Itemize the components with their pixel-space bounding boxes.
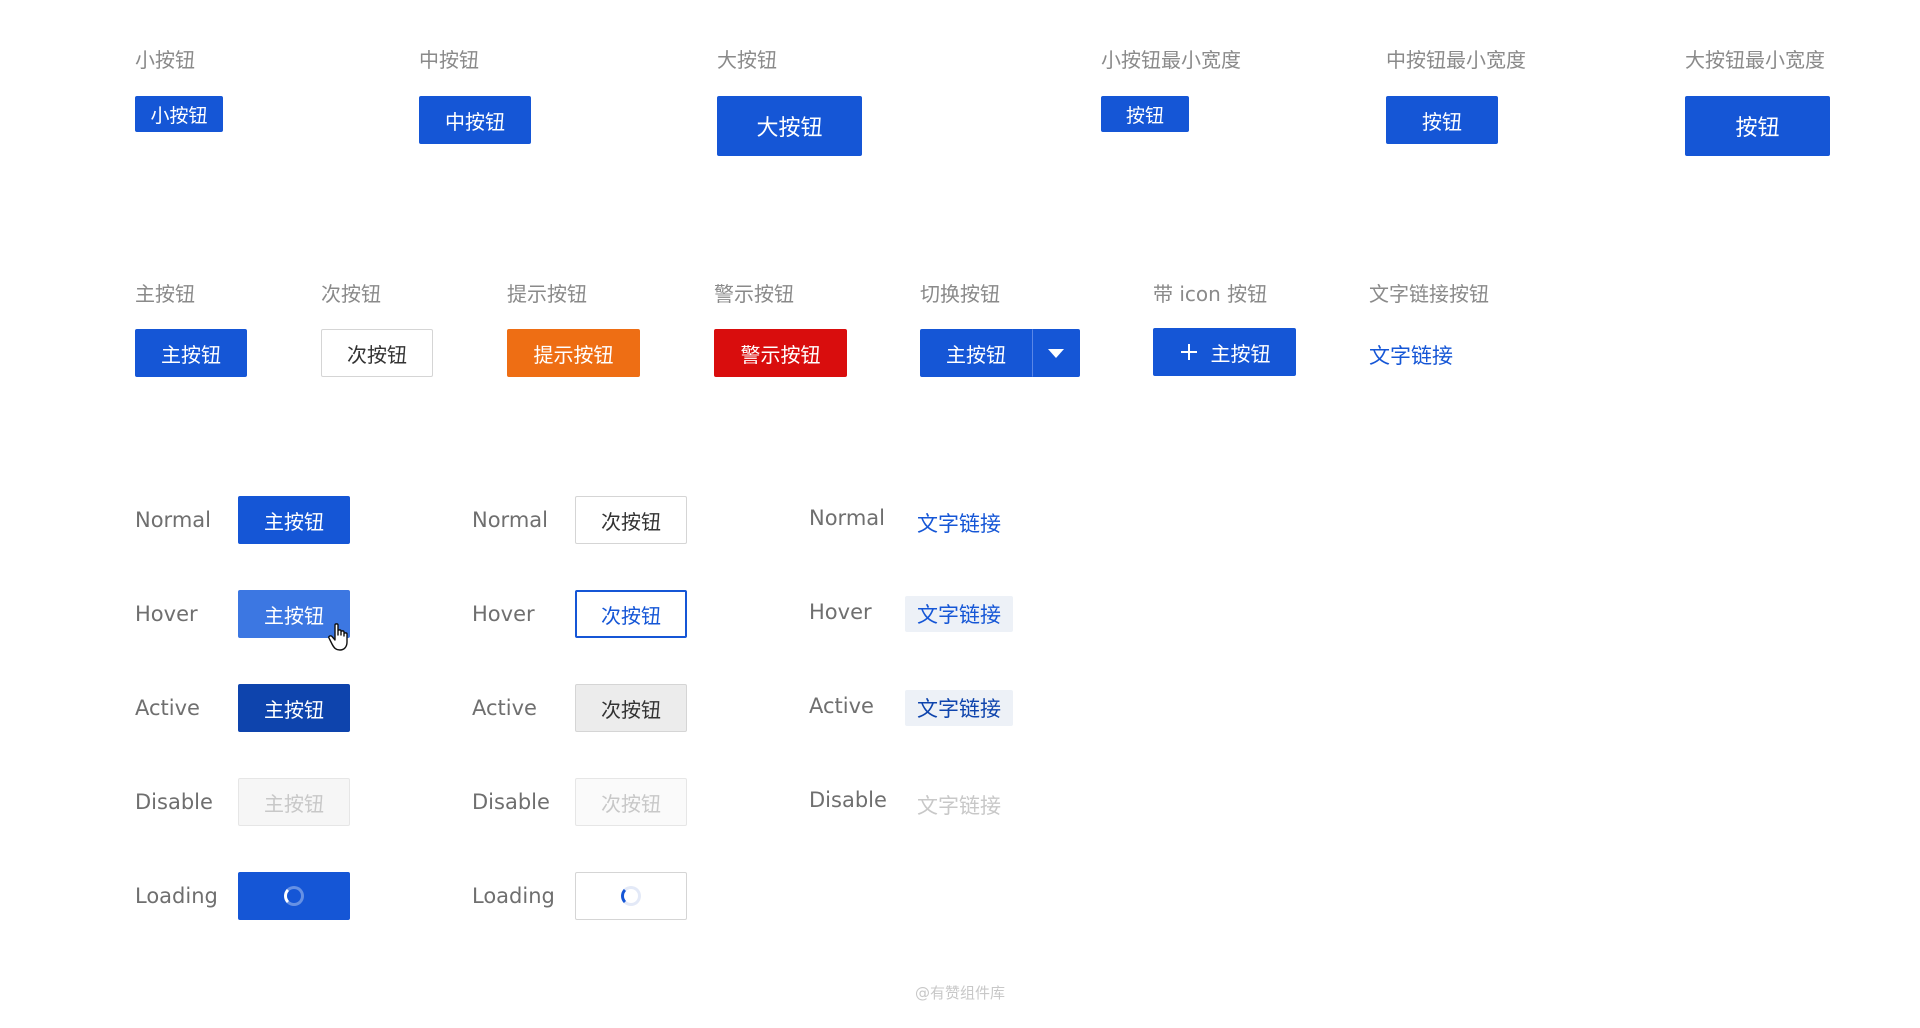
link-active-label: Active xyxy=(809,694,874,718)
secondary-hover-label: Hover xyxy=(472,602,535,626)
text-link-button[interactable]: 文字链接 xyxy=(1369,340,1453,370)
large-button-label: 大按钮 xyxy=(717,48,777,72)
link-disable-label: Disable xyxy=(809,788,887,812)
primary-normal-button[interactable]: 主按钮 xyxy=(238,496,350,544)
spinner-icon xyxy=(621,886,641,906)
medium-min-width-label: 中按钮最小宽度 xyxy=(1386,48,1526,72)
secondary-button[interactable]: 次按钮 xyxy=(321,329,433,377)
large-min-width-label: 大按钮最小宽度 xyxy=(1685,48,1825,72)
spinner-icon xyxy=(284,886,304,906)
medium-min-width-button[interactable]: 按钮 xyxy=(1386,96,1498,144)
medium-button[interactable]: 中按钮 xyxy=(419,96,531,144)
secondary-normal-label: Normal xyxy=(472,508,548,532)
icon-button-label: 主按钮 xyxy=(1210,341,1271,366)
split-button-main[interactable]: 主按钮 xyxy=(920,329,1032,377)
secondary-normal-button[interactable]: 次按钮 xyxy=(575,496,687,544)
text-link-type-label: 文字链接按钮 xyxy=(1369,282,1489,306)
link-normal-label: Normal xyxy=(809,506,885,530)
link-hover-label: Hover xyxy=(809,600,872,624)
small-min-width-label: 小按钮最小宽度 xyxy=(1101,48,1241,72)
hint-type-label: 提示按钮 xyxy=(507,282,587,306)
icon-button[interactable]: 主按钮 xyxy=(1153,328,1296,376)
primary-button[interactable]: 主按钮 xyxy=(135,329,247,377)
secondary-hover-button[interactable]: 次按钮 xyxy=(575,590,687,638)
small-button-label: 小按钮 xyxy=(135,48,195,72)
small-min-width-button[interactable]: 按钮 xyxy=(1101,96,1189,132)
caret-down-icon xyxy=(1048,348,1064,358)
primary-loading-label: Loading xyxy=(135,884,218,908)
primary-loading-button[interactable] xyxy=(238,872,350,920)
primary-disable-label: Disable xyxy=(135,790,213,814)
primary-active-label: Active xyxy=(135,696,200,720)
large-min-width-button[interactable]: 按钮 xyxy=(1685,96,1830,156)
warn-button[interactable]: 警示按钮 xyxy=(714,329,847,377)
icon-type-label: 带 icon 按钮 xyxy=(1153,282,1268,306)
secondary-active-button[interactable]: 次按钮 xyxy=(575,684,687,732)
secondary-disable-label: Disable xyxy=(472,790,550,814)
plus-icon xyxy=(1180,344,1197,360)
hint-button[interactable]: 提示按钮 xyxy=(507,329,640,377)
hand-cursor-icon xyxy=(328,623,348,651)
small-button[interactable]: 小按钮 xyxy=(135,96,223,132)
footer-watermark: @有赞组件库 xyxy=(914,984,1005,1002)
primary-type-label: 主按钮 xyxy=(135,282,195,306)
link-hover[interactable]: 文字链接 xyxy=(905,596,1013,632)
link-normal[interactable]: 文字链接 xyxy=(917,508,1001,538)
split-button: 主按钮 xyxy=(920,329,1080,377)
medium-button-label: 中按钮 xyxy=(419,48,479,72)
secondary-loading-button[interactable] xyxy=(575,872,687,920)
secondary-active-label: Active xyxy=(472,696,537,720)
secondary-loading-label: Loading xyxy=(472,884,555,908)
link-active[interactable]: 文字链接 xyxy=(905,690,1013,726)
secondary-type-label: 次按钮 xyxy=(321,282,381,306)
split-button-dropdown[interactable] xyxy=(1032,329,1080,377)
link-disable: 文字链接 xyxy=(917,794,1001,818)
secondary-disable-button: 次按钮 xyxy=(575,778,687,826)
primary-hover-label: Hover xyxy=(135,602,198,626)
warn-type-label: 警示按钮 xyxy=(714,282,794,306)
toggle-type-label: 切换按钮 xyxy=(920,282,1000,306)
primary-disable-button: 主按钮 xyxy=(238,778,350,826)
large-button[interactable]: 大按钮 xyxy=(717,96,862,156)
primary-active-button[interactable]: 主按钮 xyxy=(238,684,350,732)
primary-normal-label: Normal xyxy=(135,508,211,532)
